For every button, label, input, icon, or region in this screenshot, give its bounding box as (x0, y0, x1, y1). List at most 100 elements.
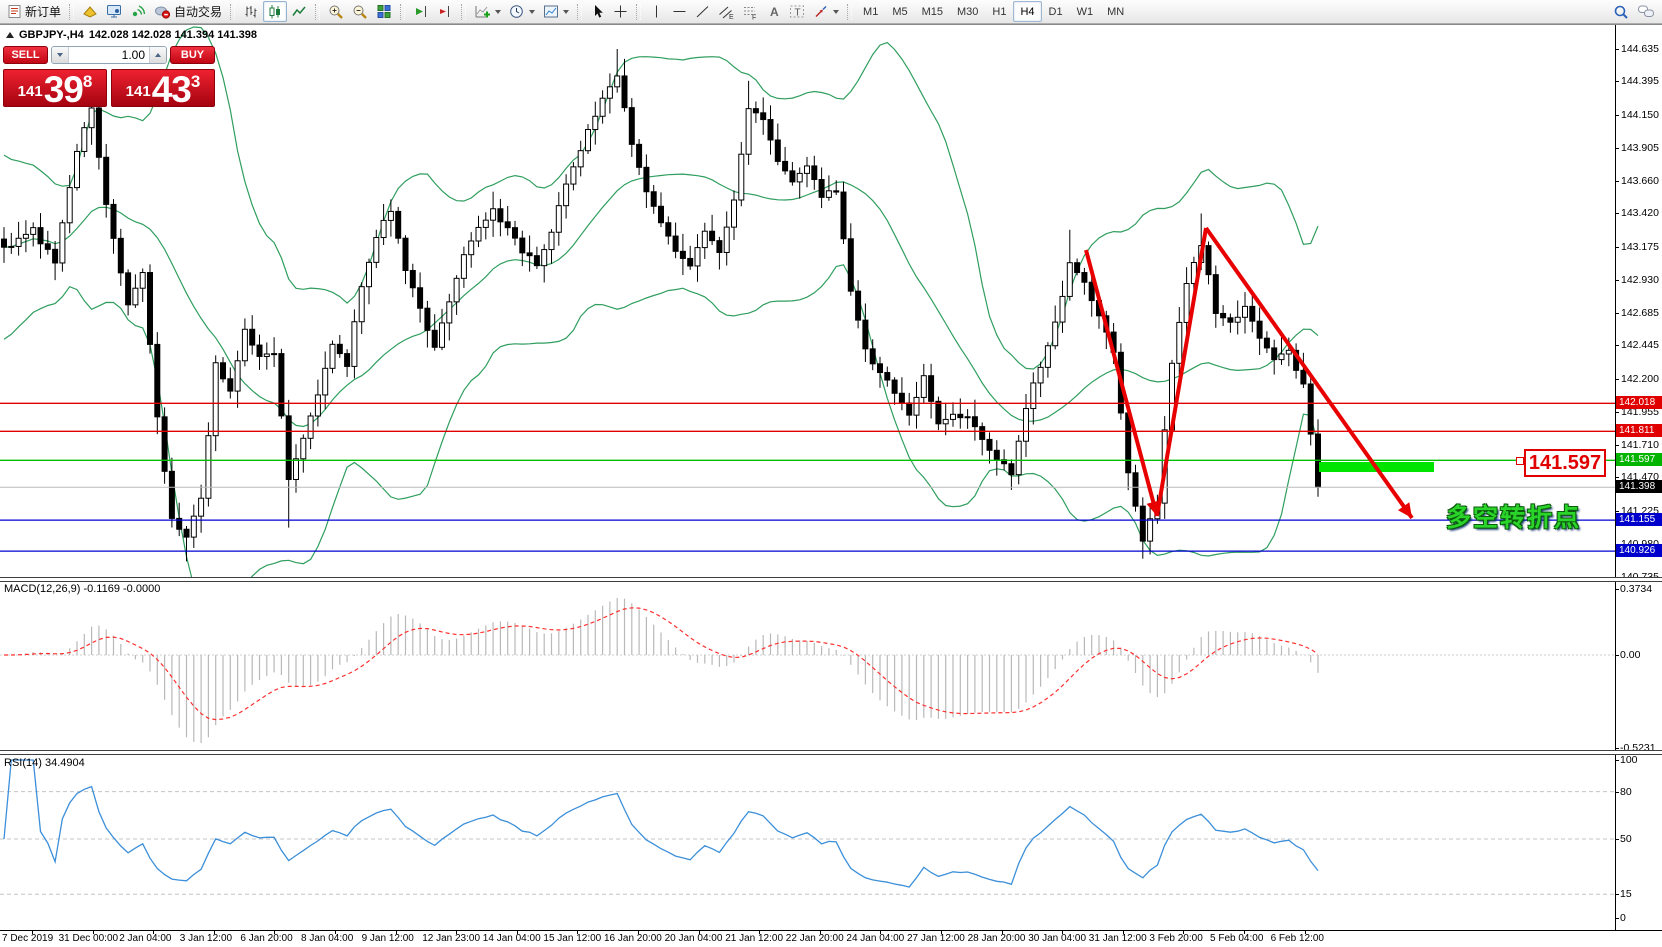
candle-body (294, 459, 299, 480)
rsi-line[interactable] (4, 760, 1318, 887)
candle-body (607, 87, 612, 98)
candle-body (914, 397, 919, 415)
text-tool-button[interactable]: A (762, 1, 785, 22)
pane-separator[interactable] (0, 750, 1662, 755)
sell-button[interactable]: SELL (3, 46, 48, 64)
price-callout-anchor[interactable] (1516, 457, 1524, 465)
time-axis-tick (638, 931, 639, 934)
timeframe-h1-button[interactable]: H1 (985, 1, 1013, 22)
price-chart[interactable] (0, 26, 1615, 577)
trend-arrow-line[interactable] (1206, 228, 1412, 518)
chart-title: GBPJPY-,H4 142.028 142.028 141.394 141.3… (6, 29, 257, 41)
candle-body (228, 379, 233, 391)
channel-tool-button[interactable]: E (714, 1, 738, 22)
candle-body (498, 209, 503, 222)
candle-body (556, 206, 561, 233)
candlestick-mode-button[interactable] (263, 1, 287, 22)
volume-decrease-button[interactable] (52, 47, 69, 63)
time-axis-label: 9 Jan 12:00 (362, 933, 414, 944)
timeframe-w1-button[interactable]: W1 (1070, 1, 1101, 22)
candle-body (958, 414, 963, 417)
buy-button[interactable]: BUY (170, 46, 215, 64)
trend-arrow-line[interactable] (1086, 250, 1157, 516)
vertical-line-tool-button[interactable] (645, 1, 668, 22)
new-order-button[interactable]: 新订单 (3, 1, 65, 22)
dropdown-caret-icon (529, 10, 535, 14)
candle-body (527, 253, 532, 256)
search-button[interactable] (1609, 1, 1633, 22)
price-axis-tick-mark (1615, 477, 1619, 478)
price-badge-142.018: 142.018 (1616, 396, 1662, 409)
zoom-out-button[interactable] (348, 1, 372, 22)
rsi-indicator-pane[interactable] (0, 754, 1615, 930)
text-label-tool-button[interactable]: T (785, 1, 809, 22)
volume-increase-button[interactable] (149, 47, 166, 63)
candle-body (191, 516, 196, 537)
ask-price-tile[interactable]: 141433 (111, 69, 215, 107)
time-axis-tick (1183, 931, 1184, 934)
timeframe-m1-button[interactable]: M1 (856, 1, 885, 22)
volume-input[interactable] (69, 47, 149, 63)
timeframe-d1-button[interactable]: D1 (1042, 1, 1070, 22)
trend-arrow-line[interactable] (1157, 228, 1206, 516)
cursor-tool-button[interactable] (586, 1, 609, 22)
bid-price-tile[interactable]: 141398 (3, 69, 107, 107)
candle-body (943, 419, 948, 423)
pane-separator[interactable] (0, 577, 1662, 582)
candle-body (104, 157, 109, 204)
collapse-panel-icon[interactable] (6, 32, 14, 38)
candle-body (345, 354, 350, 367)
bar-chart-mode-button[interactable] (239, 1, 263, 22)
metaeditor-button[interactable] (102, 1, 126, 22)
tile-windows-button[interactable] (372, 1, 396, 22)
timeframe-m5-button[interactable]: M5 (885, 1, 914, 22)
time-axis-tick (820, 931, 821, 934)
candle-body (418, 288, 423, 308)
candle-body (659, 206, 664, 222)
chat-button[interactable] (1633, 1, 1659, 22)
candle-body (352, 322, 357, 367)
crosshair-tool-button[interactable] (609, 1, 632, 22)
time-axis-label: 30 Jan 04:00 (1028, 933, 1086, 944)
price-badge-140.926: 140.926 (1616, 544, 1662, 557)
time-axis-tick (699, 931, 700, 934)
candle-body (476, 227, 481, 241)
candle-body (1038, 367, 1043, 383)
price-axis-tick-mark (1615, 213, 1619, 214)
market-watch-button[interactable] (78, 1, 102, 22)
time-axis-label: 8 Jan 04:00 (301, 933, 353, 944)
timeframe-h4-button[interactable]: H4 (1013, 1, 1041, 22)
toolbar-grip (230, 4, 235, 20)
timeframe-m15-button[interactable]: M15 (915, 1, 950, 22)
auto-scroll-button[interactable] (409, 1, 433, 22)
candle-body (717, 241, 722, 253)
signals-button[interactable] (126, 1, 150, 22)
signal-icon (130, 4, 146, 19)
price-callout-141597[interactable]: 141.597 (1524, 449, 1606, 477)
horizontal-line-tool-button[interactable] (668, 1, 691, 22)
candle-body (221, 363, 226, 379)
candle-body (702, 231, 707, 247)
candle-body (53, 249, 58, 263)
candle-body (688, 258, 693, 266)
periods-button[interactable] (505, 1, 539, 22)
toolbar-grip (461, 4, 466, 20)
candle-body (213, 363, 218, 436)
zoom-in-button[interactable] (324, 1, 348, 22)
macd-indicator-pane[interactable] (0, 581, 1615, 750)
line-chart-mode-button[interactable] (287, 1, 311, 22)
fibonacci-tool-button[interactable]: F (738, 1, 762, 22)
timeframe-mn-button[interactable]: MN (1100, 1, 1131, 22)
candle-body (848, 239, 853, 291)
dropdown-caret-icon (563, 10, 569, 14)
candle-body (768, 120, 773, 140)
templates-button[interactable] (539, 1, 573, 22)
candle-body (1060, 296, 1065, 322)
autotrading-button[interactable]: 自动交易 (150, 1, 226, 22)
timeframe-m30-button[interactable]: M30 (950, 1, 985, 22)
arrows-tool-button[interactable] (809, 1, 843, 22)
trendline-tool-button[interactable] (691, 1, 714, 22)
candle-body (878, 364, 883, 373)
indicators-button[interactable] (470, 1, 505, 22)
chart-shift-button[interactable] (433, 1, 457, 22)
